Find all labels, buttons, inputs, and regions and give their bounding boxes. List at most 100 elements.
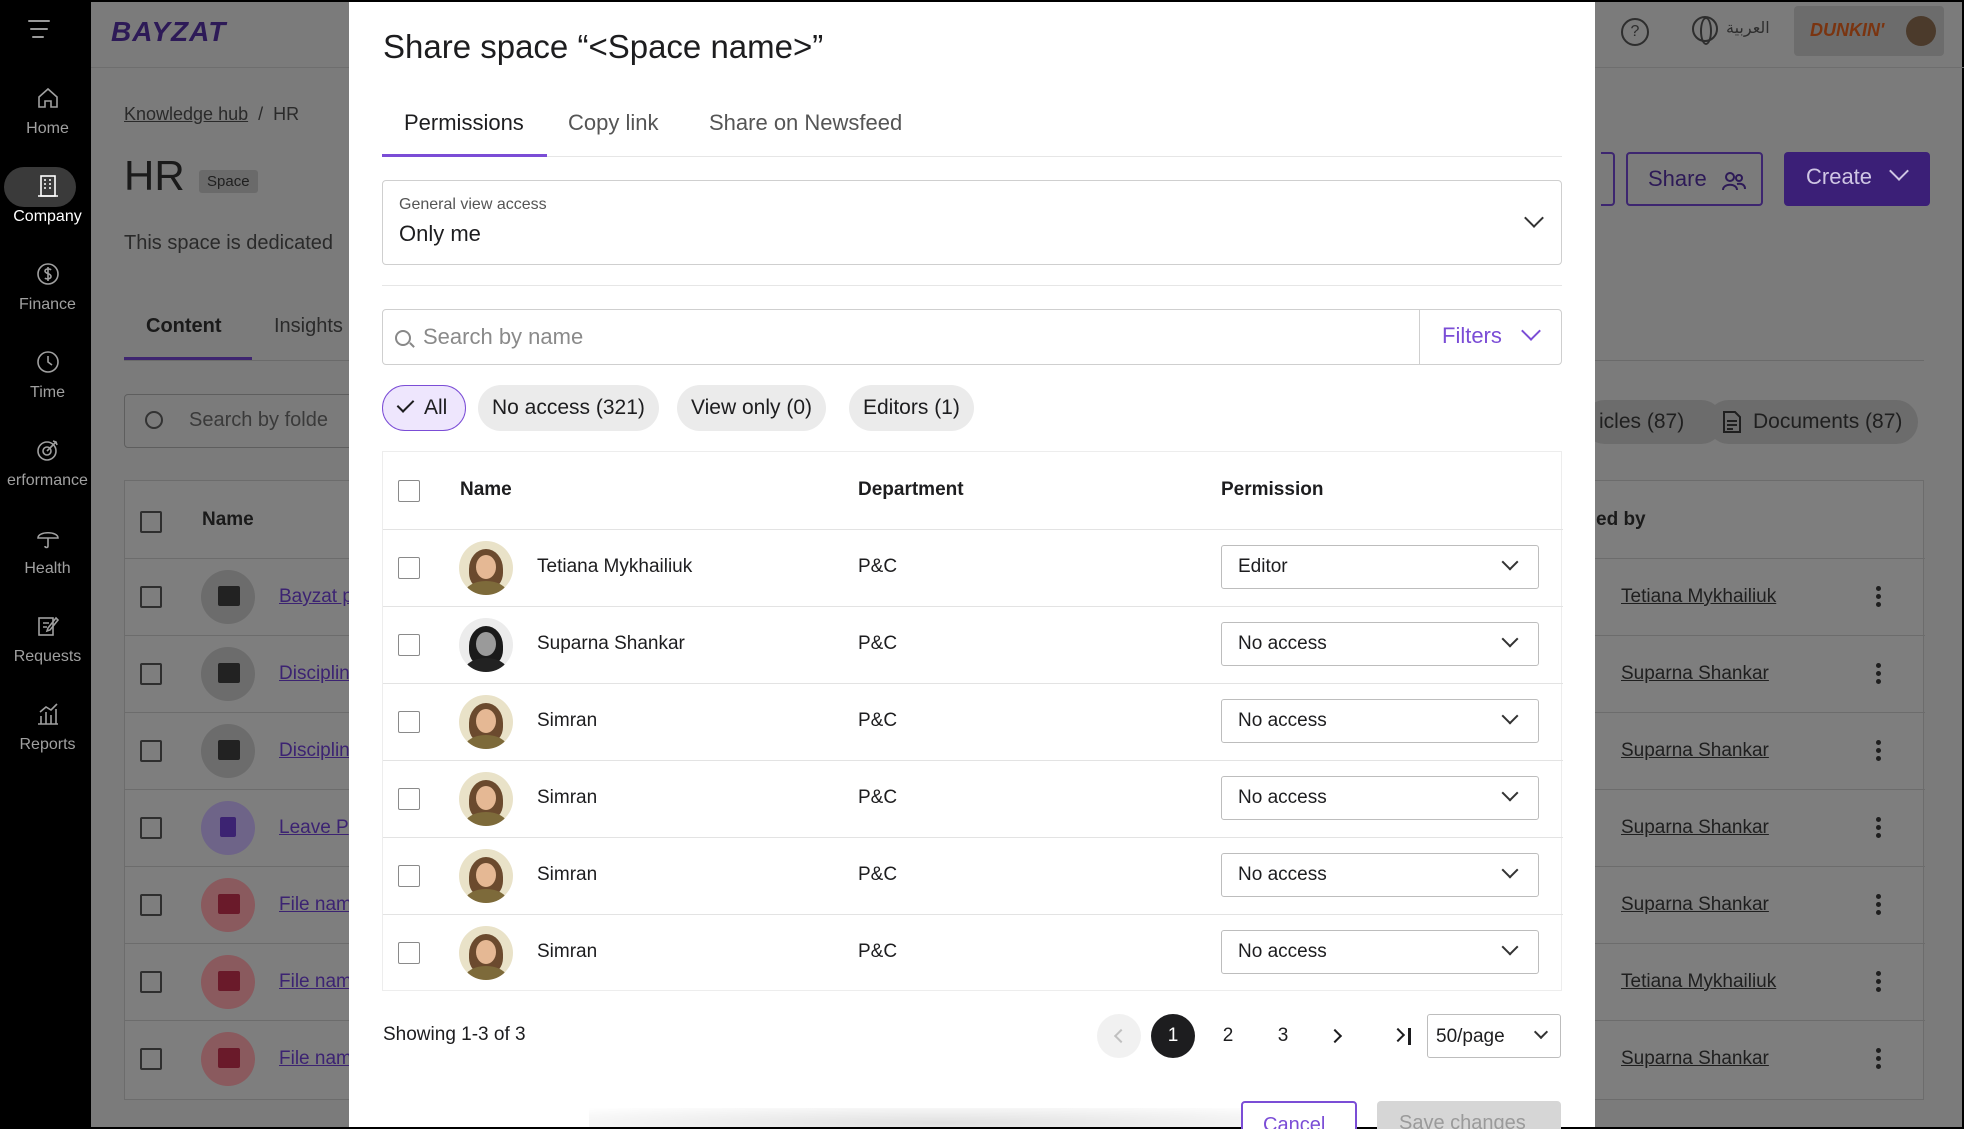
row-checkbox[interactable] [398, 942, 420, 964]
permission-select[interactable]: No access [1221, 853, 1539, 897]
tab-insights[interactable]: Insights [274, 315, 343, 338]
permission-select[interactable]: No access [1221, 930, 1539, 974]
item-link[interactable]: Disciplin [279, 663, 350, 685]
sidebar-item-company[interactable]: Company [2, 167, 93, 252]
more-options-icon[interactable] [1876, 663, 1882, 685]
permission-select[interactable]: No access [1221, 776, 1539, 820]
chevron-down-icon [1501, 553, 1519, 571]
filter-chip-no-access[interactable]: No access (321) [478, 385, 659, 431]
more-options-icon[interactable] [1876, 971, 1882, 993]
row-checkbox[interactable] [398, 788, 420, 810]
more-options-icon[interactable] [1876, 740, 1882, 762]
sidebar-item-time[interactable]: Time [2, 348, 93, 428]
tab-content[interactable]: Content [146, 315, 222, 338]
save-changes-button[interactable]: Save changes [1377, 1101, 1561, 1129]
row-checkbox[interactable] [140, 740, 162, 762]
row-checkbox[interactable] [140, 663, 162, 685]
chevron-down-icon [1533, 1024, 1549, 1040]
general-view-access-select[interactable]: General view access Only me [382, 180, 1562, 265]
row-checkbox[interactable] [140, 1048, 162, 1070]
row-checkbox[interactable] [398, 557, 420, 579]
owner-link[interactable]: Suparna Shankar [1621, 663, 1769, 685]
sidebar-item-finance[interactable]: Finance [2, 260, 93, 340]
menu-icon[interactable] [26, 20, 50, 40]
modal-tabs: Permissions Copy link Share on Newsfeed [382, 98, 1562, 158]
item-link[interactable]: Bayzat p [279, 586, 353, 608]
sidebar-item-label: Company [13, 208, 82, 225]
home-icon [34, 84, 62, 112]
search-by-name-input[interactable]: Search by name Filters [382, 309, 1562, 365]
filter-chip-documents[interactable]: Documents (87) [1707, 400, 1919, 444]
select-all-checkbox[interactable] [140, 511, 162, 533]
row-checkbox[interactable] [140, 817, 162, 839]
row-checkbox[interactable] [140, 894, 162, 916]
person-department: P&C [858, 710, 898, 731]
general-view-access-label: General view access [399, 196, 547, 213]
filter-chip-editors[interactable]: Editors (1) [849, 385, 974, 431]
company-switcher[interactable]: DUNKIN' [1794, 6, 1944, 56]
person-name: Tetiana Mykhailiuk [537, 556, 693, 577]
button-fragment[interactable] [1601, 152, 1615, 206]
language-switch[interactable]: العربية [1692, 16, 1770, 45]
per-page-select[interactable]: 50/page [1427, 1014, 1561, 1058]
chevron-down-icon [1501, 861, 1519, 879]
pagination-page-3[interactable]: 3 [1261, 1014, 1305, 1058]
filter-chip-view-only[interactable]: View only (0) [677, 385, 826, 431]
more-options-icon[interactable] [1876, 817, 1882, 839]
sidebar-item-reports[interactable]: Reports [2, 700, 93, 780]
help-icon[interactable]: ? [1621, 18, 1649, 46]
permission-select[interactable]: No access [1221, 622, 1539, 666]
sidebar-item-home[interactable]: Home [2, 84, 93, 164]
item-link[interactable]: File nam [279, 1048, 352, 1070]
more-options-icon[interactable] [1876, 894, 1882, 916]
filter-chip-all[interactable]: All [382, 385, 466, 431]
item-link[interactable]: Disciplin [279, 740, 350, 762]
row-checkbox[interactable] [140, 971, 162, 993]
owner-link[interactable]: Suparna Shankar [1621, 1048, 1769, 1070]
tab-share-on-newsfeed[interactable]: Share on Newsfeed [709, 110, 902, 136]
owner-link[interactable]: Suparna Shankar [1621, 817, 1769, 839]
pagination-next-button[interactable] [1316, 1014, 1360, 1058]
cancel-button[interactable]: Cancel [1241, 1101, 1357, 1129]
pagination-last-button[interactable] [1383, 1014, 1427, 1058]
more-options-icon[interactable] [1876, 1048, 1882, 1070]
permission-select[interactable]: No access [1221, 699, 1539, 743]
pdf-icon [201, 1032, 255, 1086]
pagination-page-2[interactable]: 2 [1206, 1014, 1250, 1058]
filter-chip-articles[interactable]: icles (87) [1583, 400, 1723, 444]
chevron-down-icon [1501, 938, 1519, 956]
tab-permissions[interactable]: Permissions [404, 110, 524, 136]
globe-icon [1692, 16, 1718, 45]
pagination-prev-button[interactable] [1097, 1014, 1141, 1058]
chevron-down-icon [1501, 630, 1519, 648]
owner-link[interactable]: Suparna Shankar [1621, 740, 1769, 762]
table-row: Simran P&C No access [383, 838, 1563, 915]
select-all-checkbox[interactable] [398, 480, 420, 502]
chevron-down-icon [1889, 161, 1909, 181]
pdf-icon [201, 955, 255, 1009]
pagination-page-1[interactable]: 1 [1151, 1014, 1195, 1058]
filters-button[interactable]: Filters [1419, 310, 1562, 364]
sidebar-item-performance[interactable]: erformance [2, 436, 93, 516]
row-checkbox[interactable] [398, 634, 420, 656]
more-options-icon[interactable] [1876, 586, 1882, 608]
sidebar-item-health[interactable]: Health [2, 524, 93, 604]
owner-link[interactable]: Tetiana Mykhailiuk [1621, 586, 1776, 608]
owner-link[interactable]: Suparna Shankar [1621, 894, 1769, 916]
tab-copy-link[interactable]: Copy link [568, 110, 658, 136]
breadcrumb-knowledge-hub[interactable]: Knowledge hub [124, 104, 248, 124]
person-name: Suparna Shankar [537, 633, 685, 654]
permission-select[interactable]: Editor [1221, 545, 1539, 589]
item-link[interactable]: Leave P [279, 817, 349, 839]
owner-link[interactable]: Tetiana Mykhailiuk [1621, 971, 1776, 993]
create-button[interactable]: Create [1784, 152, 1930, 206]
row-checkbox[interactable] [140, 586, 162, 608]
item-link[interactable]: File nam [279, 894, 352, 916]
row-checkbox[interactable] [398, 865, 420, 887]
row-checkbox[interactable] [398, 711, 420, 733]
bayzat-logo[interactable]: BAYZAT [111, 16, 226, 48]
share-button[interactable]: Share [1626, 152, 1763, 206]
item-link[interactable]: File nam [279, 971, 352, 993]
table-row: Simran P&C No access [383, 684, 1563, 761]
sidebar-item-requests[interactable]: Requests [2, 612, 93, 692]
